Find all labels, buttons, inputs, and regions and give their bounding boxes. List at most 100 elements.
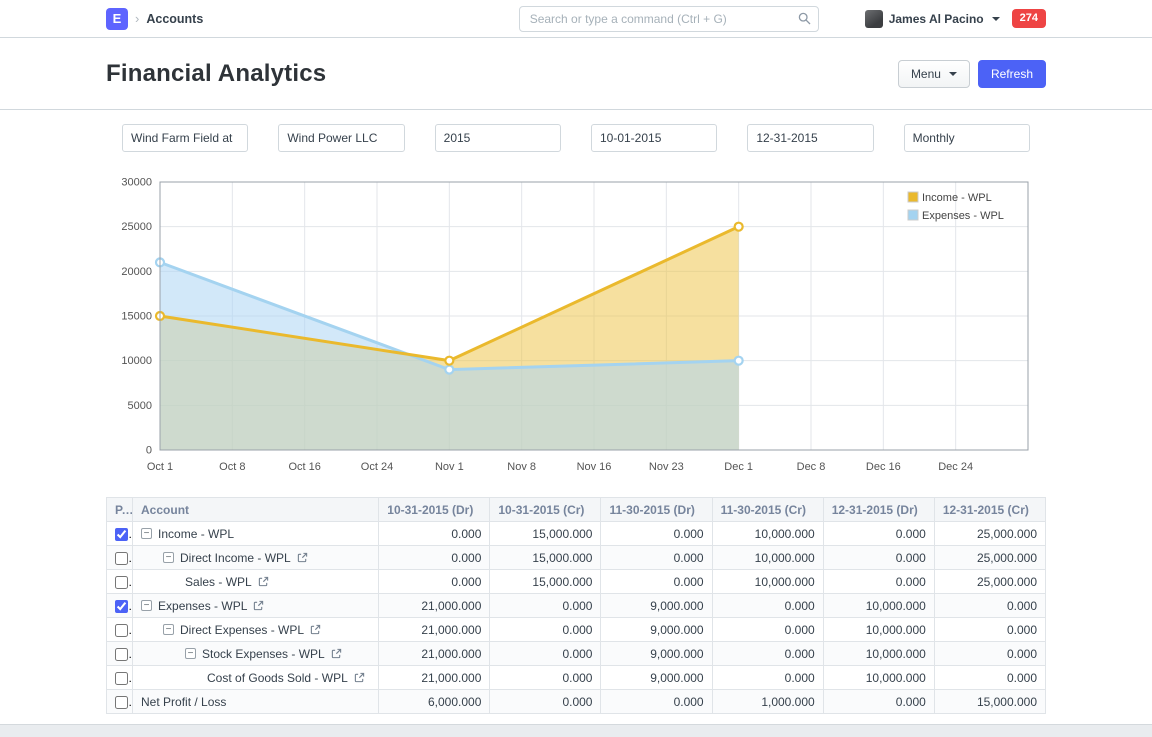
account-name: Direct Expenses - WPL	[180, 623, 304, 637]
amount-cell: 10,000.000	[823, 642, 934, 666]
open-link-icon[interactable]	[310, 624, 321, 635]
amount-cell: 25,000.000	[934, 570, 1045, 594]
table-row: −Stock Expenses - WPL21,000.0000.0009,00…	[107, 642, 1046, 666]
filter-company[interactable]	[278, 124, 404, 152]
open-link-icon[interactable]	[297, 552, 308, 563]
amount-cell: 0.000	[490, 666, 601, 690]
amount-cell: 10,000.000	[823, 594, 934, 618]
navbar-search	[519, 6, 819, 32]
filter-to-date[interactable]	[747, 124, 873, 152]
table-row: −Direct Income - WPL0.00015,000.0000.000…	[107, 546, 1046, 570]
amount-cell: 9,000.000	[601, 618, 712, 642]
amount-cell: 0.000	[823, 522, 934, 546]
collapse-icon[interactable]: −	[185, 648, 196, 659]
amount-cell: 21,000.000	[379, 594, 490, 618]
amount-cell: 0.000	[712, 642, 823, 666]
column-header: 10-31-2015 (Dr)	[379, 498, 490, 522]
plot-checkbox[interactable]	[115, 552, 128, 565]
svg-text:15000: 15000	[121, 311, 152, 323]
svg-text:10000: 10000	[121, 355, 152, 367]
notifications-badge[interactable]: 274	[1012, 9, 1046, 28]
svg-text:5000: 5000	[128, 400, 152, 412]
data-point	[445, 366, 453, 374]
table-row: −Income - WPL0.00015,000.0000.00010,000.…	[107, 522, 1046, 546]
collapse-icon[interactable]: −	[141, 600, 152, 611]
amount-cell: 15,000.000	[490, 570, 601, 594]
plot-checkbox[interactable]	[115, 600, 128, 613]
open-link-icon[interactable]	[258, 576, 269, 587]
table-row: Cost of Goods Sold - WPL21,000.0000.0009…	[107, 666, 1046, 690]
svg-text:20000: 20000	[121, 266, 152, 278]
amount-cell: 0.000	[379, 570, 490, 594]
refresh-button[interactable]: Refresh	[978, 60, 1046, 88]
collapse-icon[interactable]: −	[141, 528, 152, 539]
data-point	[735, 223, 743, 231]
filter-fiscal-year[interactable]	[435, 124, 561, 152]
page-title: Financial Analytics	[106, 60, 326, 88]
filter-chart-of-accounts[interactable]	[122, 124, 248, 152]
plot-checkbox[interactable]	[115, 528, 128, 541]
legend-swatch	[908, 210, 918, 220]
plot-checkbox[interactable]	[115, 672, 128, 685]
footer-strip	[0, 724, 1152, 737]
svg-text:Dec 24: Dec 24	[938, 461, 973, 473]
account-cell: Cost of Goods Sold - WPL	[133, 666, 379, 690]
amount-cell: 0.000	[601, 690, 712, 714]
collapse-icon[interactable]: −	[163, 552, 174, 563]
svg-text:0: 0	[146, 445, 152, 457]
plot-checkbox[interactable]	[115, 696, 128, 709]
column-header: P...	[107, 498, 133, 522]
svg-text:Nov 8: Nov 8	[507, 461, 536, 473]
svg-text:Dec 8: Dec 8	[797, 461, 826, 473]
amount-cell: 21,000.000	[379, 642, 490, 666]
open-link-icon[interactable]	[354, 672, 365, 683]
filter-frequency[interactable]	[904, 124, 1030, 152]
amount-cell: 0.000	[490, 642, 601, 666]
amount-cell: 9,000.000	[601, 666, 712, 690]
amount-cell: 6,000.000	[379, 690, 490, 714]
amount-cell: 15,000.000	[490, 546, 601, 570]
svg-text:25000: 25000	[121, 221, 152, 233]
amount-cell: 25,000.000	[934, 522, 1045, 546]
amount-cell: 0.000	[712, 618, 823, 642]
plot-checkbox[interactable]	[115, 576, 128, 589]
plot-checkbox[interactable]	[115, 648, 128, 661]
chevron-down-icon	[992, 17, 1000, 21]
user-menu[interactable]: James Al Pacino	[865, 10, 1000, 28]
amount-cell: 0.000	[379, 522, 490, 546]
amount-cell: 10,000.000	[823, 666, 934, 690]
data-point	[445, 357, 453, 365]
account-name: Cost of Goods Sold - WPL	[207, 671, 348, 685]
filter-from-date[interactable]	[591, 124, 717, 152]
amount-cell: 0.000	[823, 546, 934, 570]
column-header: 12-31-2015 (Dr)	[823, 498, 934, 522]
table-row: −Direct Expenses - WPL 21,000.000 0.0009,0…	[107, 618, 1046, 642]
column-header: 12-31-2015 (Cr)	[934, 498, 1045, 522]
svg-text:Nov 23: Nov 23	[649, 461, 684, 473]
chart-canvas: 050001000015000200002500030000Oct 1Oct 8…	[106, 168, 1046, 484]
table-row: −Expenses - WPL21,000.0000.0009,000.0000…	[107, 594, 1046, 618]
account-name: Direct Income - WPL	[180, 551, 291, 565]
amount-cell: 0.000	[934, 666, 1045, 690]
app-logo[interactable]: E	[106, 8, 128, 30]
open-link-icon[interactable]	[331, 648, 342, 659]
open-link-icon[interactable]	[253, 600, 264, 611]
account-name: Net Profit / Loss	[141, 695, 226, 709]
account-cell: −Income - WPL	[133, 522, 379, 546]
amount-cell: 21,000.000	[379, 618, 490, 642]
amount-cell: 9,000.000	[601, 594, 712, 618]
search-input[interactable]	[519, 6, 819, 32]
filter-bar	[106, 110, 1046, 154]
user-name: James Al Pacino	[889, 12, 984, 26]
amount-cell: 0.000	[712, 594, 823, 618]
svg-text:30000: 30000	[121, 177, 152, 189]
amount-cell: 10,000.000	[712, 570, 823, 594]
amount-cell: 0.000	[379, 546, 490, 570]
account-cell: −Stock Expenses - WPL	[133, 642, 379, 666]
breadcrumb-accounts[interactable]: Accounts	[146, 12, 203, 26]
plot-checkbox[interactable]	[115, 624, 128, 637]
collapse-icon[interactable]: −	[163, 624, 174, 635]
amount-cell: 0.000	[601, 522, 712, 546]
page-header: Financial Analytics Menu Refresh	[0, 38, 1152, 110]
menu-button[interactable]: Menu	[898, 60, 970, 88]
